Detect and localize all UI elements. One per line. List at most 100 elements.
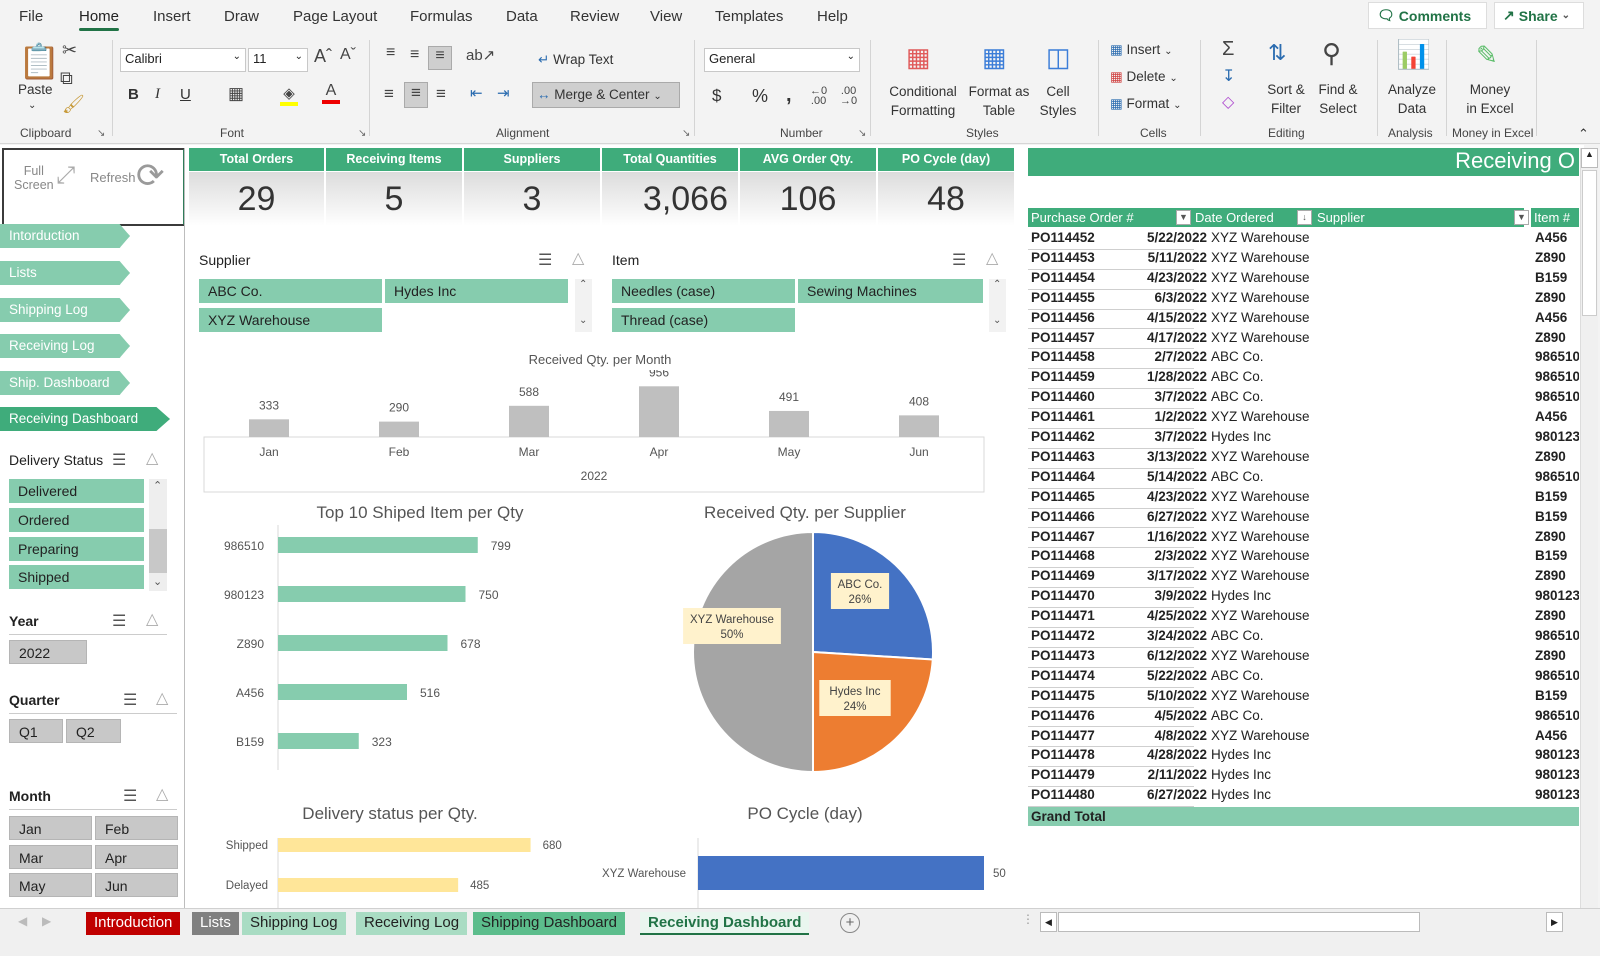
share-button[interactable]: ↗ Share ⌄ bbox=[1494, 2, 1584, 29]
scroll-down-icon[interactable]: ⌄ bbox=[993, 315, 1001, 326]
slicer-item-xyz-warehouse[interactable]: XYZ Warehouse bbox=[199, 308, 382, 332]
table-row[interactable]: PO114452 5/22/2022 XYZ Warehouse A456 bbox=[1028, 230, 1579, 250]
font-launcher-icon[interactable]: ↘ bbox=[358, 128, 366, 139]
scroll-up-icon[interactable]: ⌃ bbox=[153, 479, 162, 492]
table-row[interactable]: PO114469 3/17/2022 XYZ Warehouse Z890 bbox=[1028, 568, 1579, 589]
format-table-icon[interactable]: ▦ bbox=[982, 42, 1007, 73]
table-row[interactable]: PO114470 3/9/2022 Hydes Inc 980123 bbox=[1028, 588, 1579, 609]
slicer-item-jun[interactable]: Jun bbox=[95, 873, 178, 897]
multi-select-icon[interactable]: ☰ bbox=[112, 450, 126, 470]
fill-icon[interactable]: ↧ bbox=[1222, 66, 1235, 86]
scroll-down-icon[interactable]: ⌄ bbox=[153, 575, 162, 588]
slicer-item-feb[interactable]: Feb bbox=[95, 816, 178, 840]
align-right-icon[interactable]: ≡ bbox=[436, 84, 446, 104]
multi-select-icon[interactable]: ☰ bbox=[123, 690, 137, 710]
slicer-item-needles[interactable]: Needles (case) bbox=[612, 279, 795, 303]
italic-button[interactable]: I bbox=[155, 86, 160, 103]
cell-styles-icon[interactable]: ◫ bbox=[1046, 42, 1071, 73]
scroll-up-icon[interactable]: ⌃ bbox=[993, 279, 1001, 290]
scroll-right-icon[interactable]: ▶ bbox=[1546, 912, 1563, 932]
align-bottom-icon[interactable]: ≡ bbox=[428, 46, 452, 70]
table-row[interactable]: PO114480 6/27/2022 Hydes Inc 980123 bbox=[1028, 787, 1579, 808]
menu-data[interactable]: Data bbox=[506, 8, 538, 25]
tab-receiving-dashboard[interactable]: Receiving Dashboard bbox=[640, 912, 810, 935]
cut-icon[interactable]: ✂ bbox=[62, 40, 77, 61]
clear-filter-icon[interactable]: △ bbox=[146, 609, 158, 629]
table-row[interactable]: PO114477 4/8/2022 XYZ Warehouse A456 bbox=[1028, 728, 1579, 748]
table-row[interactable]: PO114466 6/27/2022 XYZ Warehouse B159 bbox=[1028, 509, 1579, 529]
table-row[interactable]: PO114455 6/3/2022 XYZ Warehouse Z890 bbox=[1028, 290, 1579, 310]
filter-dropdown-icon[interactable]: ▼ bbox=[1514, 210, 1529, 225]
find-search-icon[interactable]: ⚲ bbox=[1322, 38, 1341, 69]
number-format-dropdown[interactable]: General ⌄ bbox=[704, 48, 860, 72]
table-row[interactable]: PO114475 5/10/2022 XYZ Warehouse B159 bbox=[1028, 688, 1579, 708]
clear-filter-icon[interactable]: △ bbox=[156, 784, 168, 804]
menu-page-layout[interactable]: Page Layout bbox=[293, 8, 377, 25]
decrease-font-icon[interactable]: Aˇ bbox=[340, 46, 356, 64]
refresh-icon[interactable]: ⟳ bbox=[136, 156, 165, 196]
increase-indent-icon[interactable]: ⇥ bbox=[497, 84, 510, 102]
menu-draw[interactable]: Draw bbox=[224, 8, 259, 25]
table-row[interactable]: PO114479 2/11/2022 Hydes Inc 980123 bbox=[1028, 767, 1579, 788]
slicer-item-sewing-machines[interactable]: Sewing Machines bbox=[798, 279, 983, 303]
splitter-handle-icon[interactable]: ⋮ bbox=[1022, 912, 1034, 926]
menu-help[interactable]: Help bbox=[817, 8, 848, 25]
table-row[interactable]: PO114462 3/7/2022 Hydes Inc 980123 bbox=[1028, 429, 1579, 449]
nav-receiving-dashboard[interactable]: Receiving Dashboard bbox=[0, 407, 170, 431]
slicer-item-hydes-inc[interactable]: Hydes Inc bbox=[385, 279, 568, 303]
clear-icon[interactable]: ◇ bbox=[1222, 92, 1234, 112]
number-launcher-icon[interactable]: ↘ bbox=[858, 128, 866, 139]
currency-button[interactable]: $ bbox=[712, 86, 721, 106]
clear-filter-icon[interactable]: △ bbox=[156, 688, 168, 708]
scroll-down-icon[interactable]: ⌄ bbox=[579, 315, 587, 326]
slicer-item-preparing[interactable]: Preparing bbox=[9, 537, 144, 561]
vertical-scrollbar[interactable]: ▲ ▼ bbox=[1580, 148, 1598, 930]
copy-icon[interactable]: ⧉ bbox=[60, 68, 73, 89]
tab-receiving-log[interactable]: Receiving Log bbox=[356, 912, 468, 935]
comma-button[interactable]: , bbox=[786, 84, 792, 107]
align-center-icon[interactable]: ≡ bbox=[404, 82, 428, 108]
font-name-dropdown[interactable]: Calibri ⌄ bbox=[120, 48, 246, 72]
slicer-item-jan[interactable]: Jan bbox=[9, 816, 92, 840]
delete-cells-button[interactable]: ▦ Delete ⌄ bbox=[1110, 69, 1178, 85]
bold-button[interactable]: B bbox=[128, 86, 139, 103]
align-left-icon[interactable]: ≡ bbox=[384, 84, 394, 104]
align-middle-icon[interactable]: ≡ bbox=[410, 46, 419, 64]
item-slicer-scrollbar[interactable]: ⌃ ⌄ bbox=[989, 279, 1006, 332]
money-in-excel-button[interactable]: Money in Excel bbox=[1458, 80, 1522, 118]
paste-icon[interactable]: 📋 bbox=[18, 42, 60, 82]
conditional-formatting-icon[interactable]: ▦ bbox=[906, 42, 931, 73]
clear-filter-icon[interactable]: △ bbox=[572, 248, 584, 268]
alignment-launcher-icon[interactable]: ↘ bbox=[682, 128, 690, 139]
table-row[interactable]: PO114464 5/14/2022 ABC Co. 986510 bbox=[1028, 469, 1579, 489]
font-size-dropdown[interactable]: 11 ⌄ bbox=[248, 48, 308, 72]
format-as-table-button[interactable]: Format as Table bbox=[966, 82, 1032, 120]
table-row[interactable]: PO114454 4/23/2022 XYZ Warehouse B159 bbox=[1028, 270, 1579, 290]
sort-filter-icon[interactable]: ⇅ bbox=[1268, 40, 1286, 66]
table-row[interactable]: PO114476 4/5/2022 ABC Co. 986510 bbox=[1028, 708, 1579, 728]
format-painter-icon[interactable]: 🖌 bbox=[62, 94, 85, 115]
decrease-indent-icon[interactable]: ⇤ bbox=[470, 84, 483, 102]
table-row[interactable]: PO114456 4/15/2022 XYZ Warehouse A456 bbox=[1028, 310, 1579, 330]
slicer-item-delivered[interactable]: Delivered bbox=[9, 479, 144, 503]
slicer-item-may[interactable]: May bbox=[9, 873, 92, 897]
slicer-item-abc-co[interactable]: ABC Co. bbox=[199, 279, 382, 303]
table-row[interactable]: PO114468 2/3/2022 XYZ Warehouse B159 bbox=[1028, 548, 1579, 569]
font-color-icon[interactable]: A bbox=[322, 82, 340, 104]
table-row[interactable]: PO114459 1/28/2022 ABC Co. 986510 bbox=[1028, 369, 1579, 390]
nav-shipping-log[interactable]: Shipping Log bbox=[0, 298, 130, 322]
format-cells-button[interactable]: ▦ Format ⌄ bbox=[1110, 96, 1181, 112]
paste-dropdown-icon[interactable]: ⌄ bbox=[28, 100, 36, 111]
analyze-data-icon[interactable]: 📊 bbox=[1396, 38, 1431, 71]
table-row[interactable]: PO114461 1/2/2022 XYZ Warehouse A456 bbox=[1028, 409, 1579, 429]
add-sheet-icon[interactable]: + bbox=[840, 913, 860, 933]
table-row[interactable]: PO114463 3/13/2022 XYZ Warehouse Z890 bbox=[1028, 449, 1579, 469]
full-screen-button[interactable]: Full Screen bbox=[14, 164, 54, 192]
merge-center-button[interactable]: ↔ Merge & Center ⌄ bbox=[532, 82, 680, 108]
scrollbar-thumb[interactable] bbox=[1582, 170, 1597, 316]
underline-button[interactable]: U bbox=[180, 86, 191, 103]
autosum-icon[interactable]: Σ bbox=[1222, 38, 1234, 61]
menu-file[interactable]: File bbox=[19, 8, 43, 25]
slicer-item-shipped[interactable]: Shipped bbox=[9, 565, 144, 589]
increase-decimal-icon[interactable]: ←0.00 bbox=[810, 86, 827, 107]
